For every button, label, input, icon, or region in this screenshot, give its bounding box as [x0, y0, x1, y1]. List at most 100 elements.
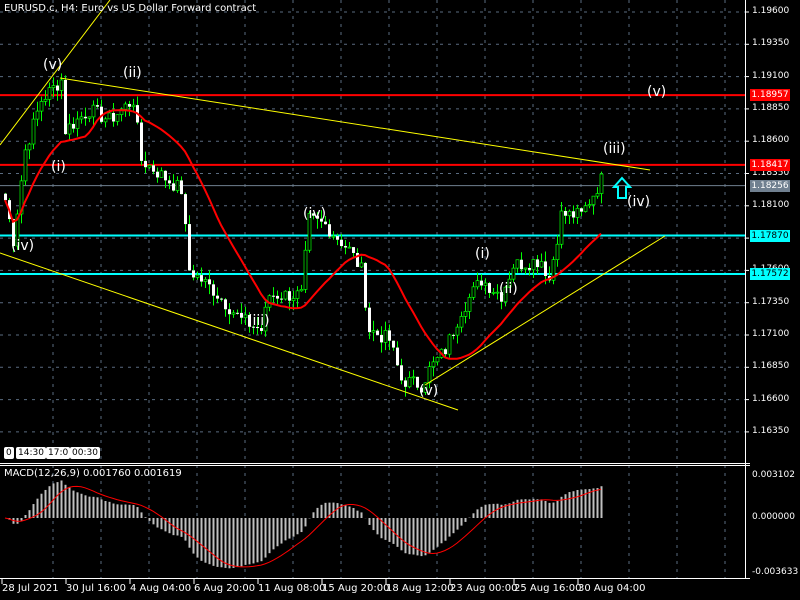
candle-body: [580, 208, 583, 212]
candle-body: [336, 236, 339, 240]
candle-body: [520, 259, 523, 270]
candle-body: [280, 298, 283, 300]
candle-body: [344, 246, 347, 248]
chart-title: EURUSD.c, H4: Euro vs US Dollar Forward …: [4, 3, 257, 14]
candle-body: [208, 279, 211, 285]
candle-body: [331, 235, 336, 238]
candle-body: [192, 270, 195, 278]
candle-body: [220, 298, 223, 300]
candle-body: [480, 280, 483, 286]
price-axis-label: 1.16350: [752, 425, 790, 436]
candle-body: [572, 211, 575, 218]
candle-body: [236, 312, 239, 314]
candle-body: [340, 239, 343, 247]
candle-body: [515, 259, 520, 269]
candle-body: [172, 183, 175, 191]
chart-window[interactable]: EURUSD.c, H4: Euro vs US Dollar Forward …: [0, 0, 800, 600]
candle-body: [447, 334, 452, 355]
price-level-tag: 1.18957: [750, 89, 790, 102]
candle-body: [131, 104, 136, 108]
candle-body: [364, 262, 367, 308]
wave-label: (i): [475, 245, 490, 262]
session-marker[interactable]: 0: [4, 447, 14, 459]
candle-body: [228, 309, 231, 315]
time-axis-label: 30 Jul 16:00: [66, 583, 126, 594]
time-axis-label: 15 Aug 20:00: [322, 583, 390, 594]
candle-body: [555, 243, 560, 260]
candle-body: [544, 261, 547, 277]
time-axis-label: 25 Aug 16:00: [514, 583, 582, 594]
candle-body: [283, 290, 288, 300]
time-axis-label: 23 Aug 00:00: [450, 583, 518, 594]
candle-body: [400, 365, 403, 381]
candle-body: [575, 207, 580, 218]
candle-body: [352, 247, 355, 253]
candle-body: [587, 204, 592, 207]
price-level-tag: 1.17870: [750, 229, 790, 242]
candle-body: [288, 291, 291, 301]
candle-body: [39, 101, 44, 112]
candle-body: [75, 118, 80, 129]
candle-body: [43, 98, 48, 102]
candle-body: [31, 118, 36, 145]
wave-label: (iii): [603, 141, 626, 158]
candle-body: [427, 366, 432, 384]
candle-body: [203, 278, 208, 282]
candle-body: [168, 180, 171, 184]
candle-body: [444, 349, 447, 355]
candle-body: [471, 286, 476, 298]
macd-axis-label: 0.000000: [752, 512, 795, 522]
wave-label: (v): [419, 382, 439, 399]
wave-label: (ii): [123, 65, 142, 82]
candle-body: [411, 376, 416, 379]
candle-body: [523, 267, 528, 270]
candle-body: [272, 295, 275, 297]
wave-label: (iv): [11, 238, 35, 255]
candle-body: [328, 224, 331, 237]
candle-body: [511, 267, 516, 280]
wave-label: (v): [647, 84, 667, 101]
session-marker[interactable]: 00:30: [70, 447, 100, 459]
candle-body: [164, 170, 167, 181]
time-axis-label: 18 Aug 12:00: [386, 583, 454, 594]
candle-body: [188, 224, 191, 271]
macd-title: MACD(12,26,9) 0.001760 0.001619: [4, 468, 182, 479]
trend-line: [59, 77, 651, 171]
candle-body: [152, 165, 155, 172]
candle-body: [583, 205, 588, 212]
moving-average-line: [4, 109, 602, 360]
price-axis-label: 1.19600: [752, 6, 790, 16]
candle-body: [107, 112, 112, 120]
candle-body: [35, 110, 40, 120]
price-axis-label: 1.18100: [752, 199, 790, 210]
candle-body: [368, 307, 371, 333]
candle-body: [144, 160, 147, 168]
candle-body: [200, 275, 203, 282]
price-chart[interactable]: [0, 0, 800, 600]
candle-body: [299, 289, 304, 292]
candle-body: [276, 295, 279, 299]
price-level-tag: 1.18417: [750, 158, 790, 171]
candle-body: [376, 330, 379, 335]
candle-body: [96, 105, 99, 107]
candle-body: [59, 79, 64, 91]
price-level-tag: 1.18256: [750, 179, 790, 192]
session-marker[interactable]: 17:0: [46, 447, 71, 459]
candle-body: [79, 116, 84, 120]
wave-label: (iv): [627, 194, 651, 211]
candle-body: [347, 246, 352, 249]
wave-label: (iv): [303, 205, 327, 222]
candle-body: [112, 112, 115, 122]
candle-body: [115, 114, 120, 122]
candle-body: [559, 210, 564, 245]
candle-body: [212, 284, 215, 296]
candle-body: [483, 282, 488, 286]
candle-body: [528, 268, 531, 270]
candle-body: [51, 85, 56, 88]
candle-body: [180, 180, 183, 195]
candle-body: [463, 311, 468, 317]
candle-body: [291, 298, 296, 302]
candle-body: [407, 377, 412, 388]
session-marker[interactable]: 14:30: [16, 447, 46, 459]
candle-body: [4, 193, 7, 201]
